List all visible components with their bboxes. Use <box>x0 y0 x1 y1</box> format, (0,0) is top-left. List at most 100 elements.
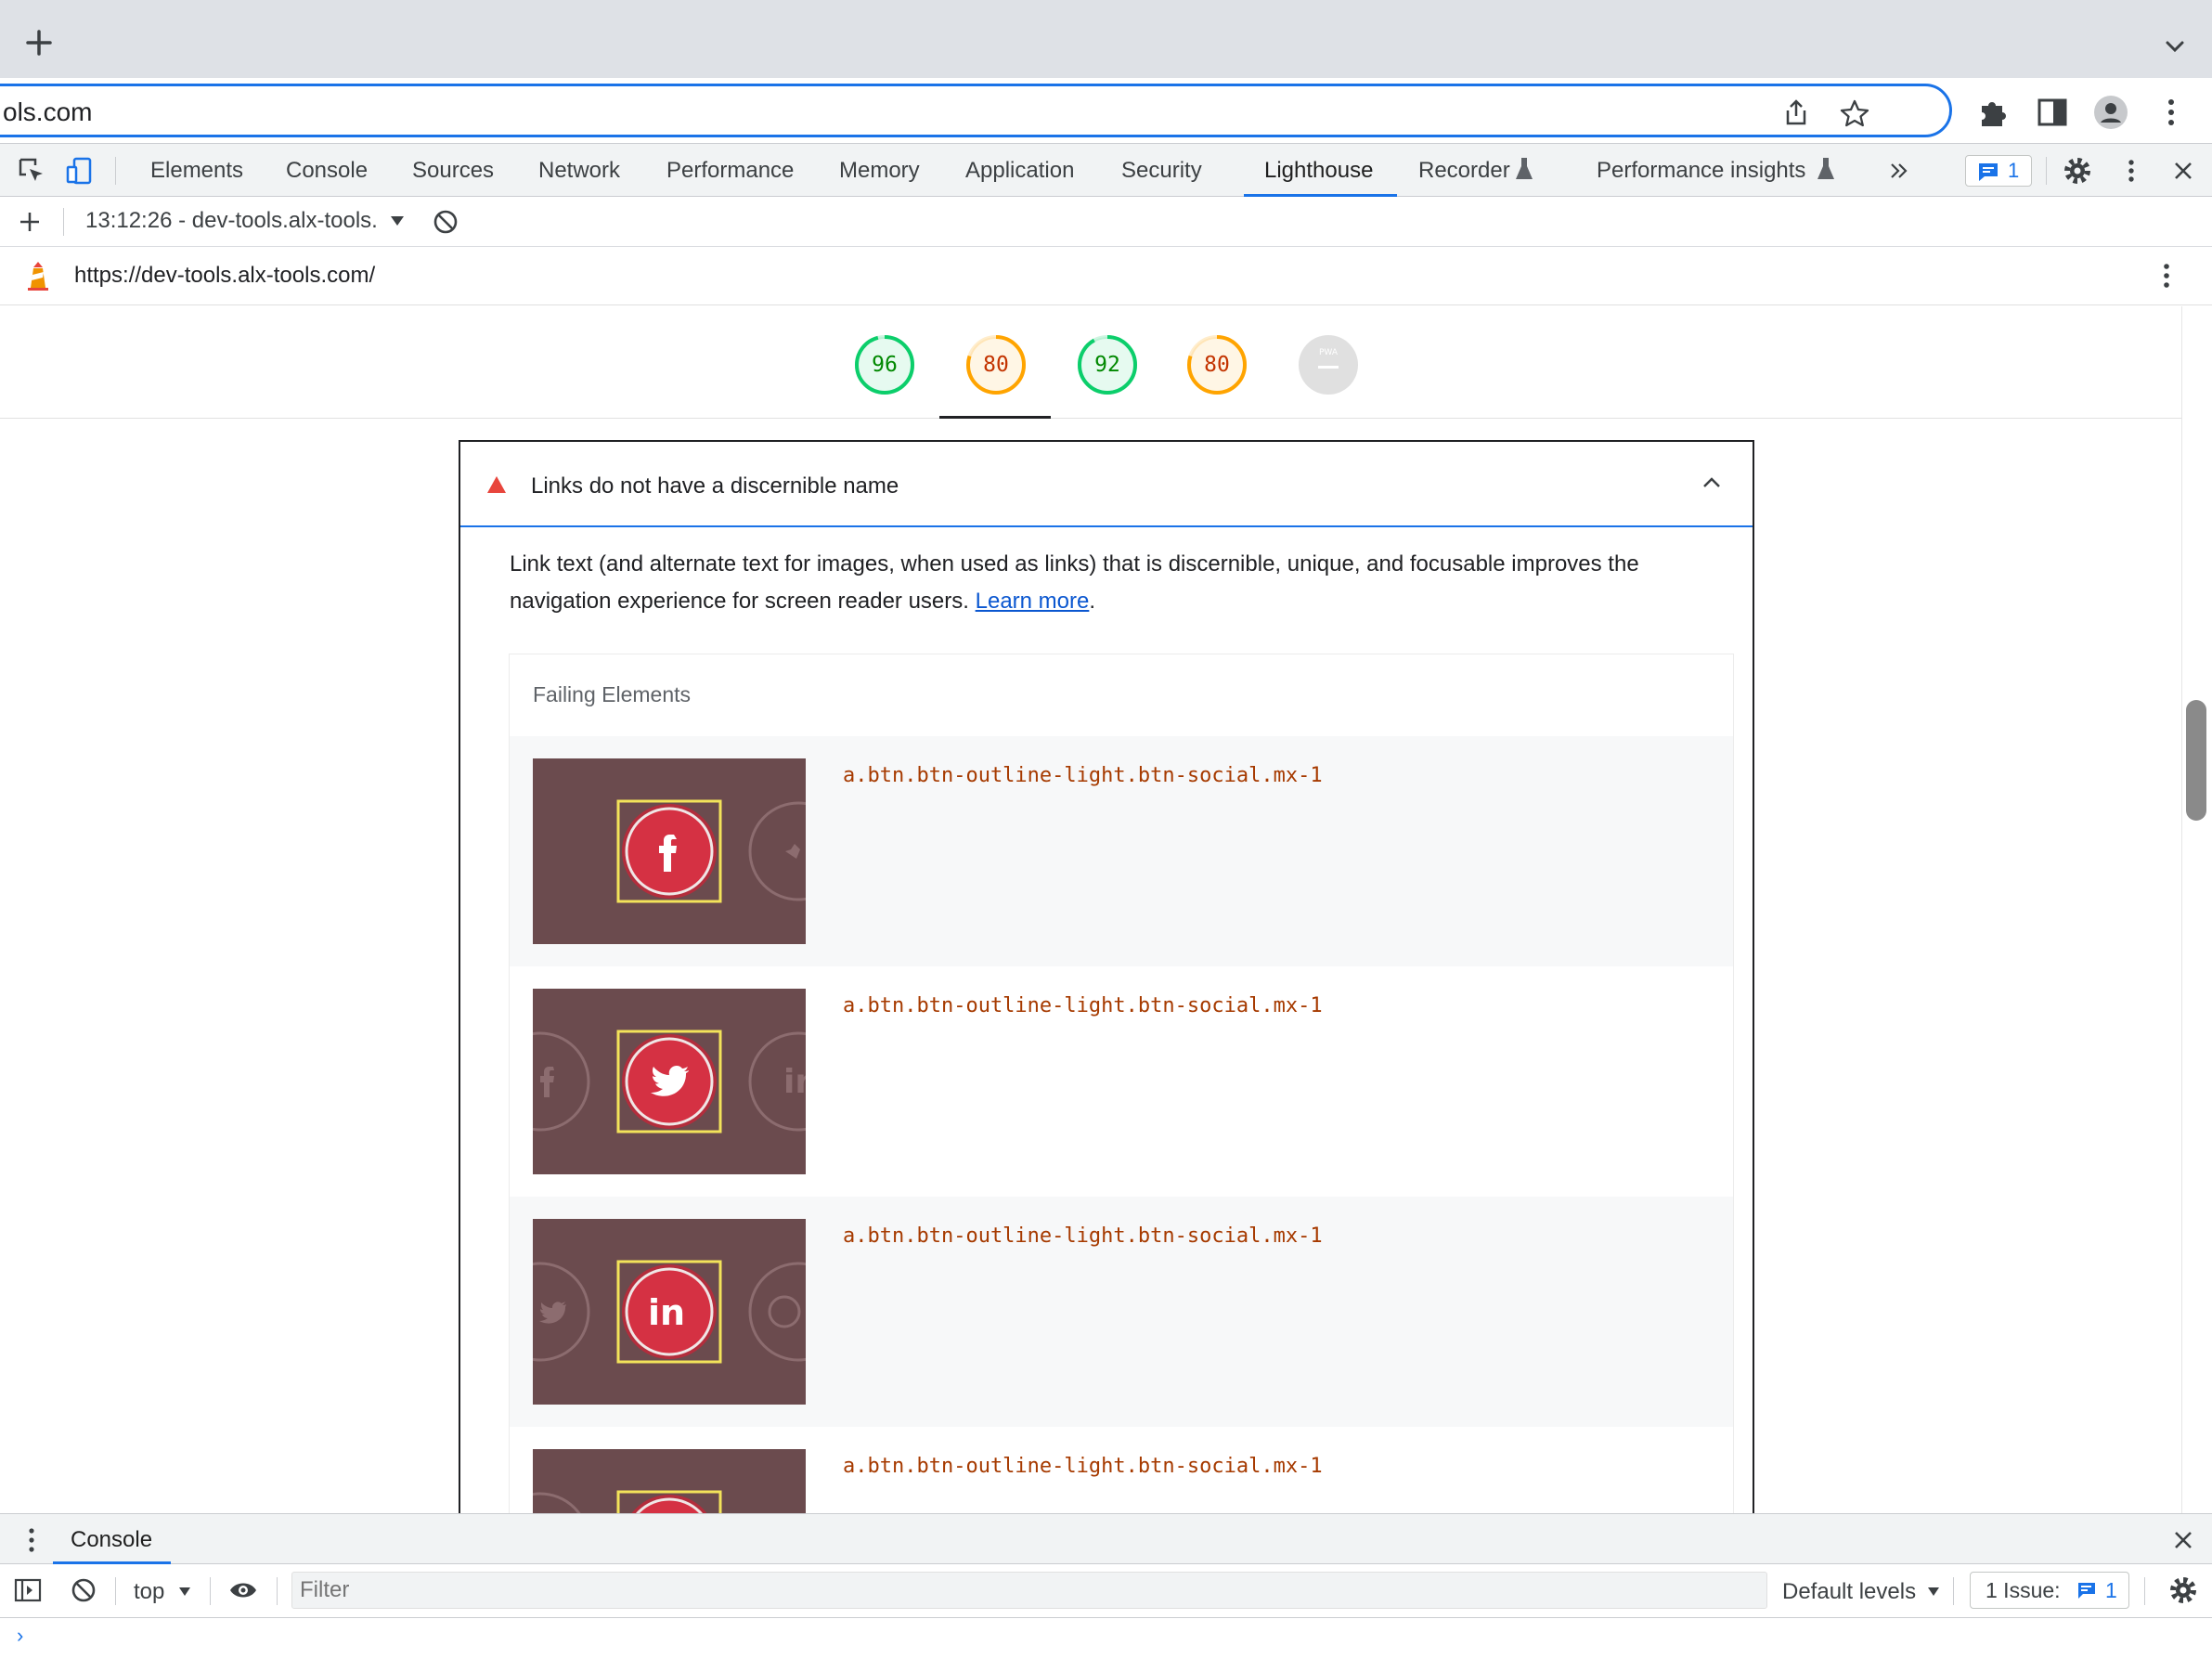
console-issues-count: 1 <box>2105 1578 2117 1602</box>
element-selector[interactable]: a.btn.btn-outline-light.btn-social.mx-1 <box>843 994 1323 1017</box>
table-header: Failing Elements <box>510 654 1733 736</box>
tab-memory[interactable]: Memory <box>839 158 920 184</box>
score-value: 80 <box>983 353 1009 377</box>
browser-toolbar: ols.com <box>0 78 2212 143</box>
context-dropdown-icon[interactable] <box>178 1587 191 1597</box>
element-selector[interactable]: a.btn.btn-outline-light.btn-social.mx-1 <box>843 1224 1323 1248</box>
report-scroll-track <box>2181 306 2212 1513</box>
linkedin-icon: in <box>648 1292 685 1333</box>
drawer-tab-console[interactable]: Console <box>71 1527 152 1553</box>
tab-performance[interactable]: Performance <box>666 158 794 184</box>
score-gauge[interactable]: 96 <box>854 334 915 395</box>
svg-text:in: in <box>783 1063 806 1101</box>
lighthouse-logo-icon <box>28 262 48 291</box>
score-gauge[interactable]: 92 <box>1077 334 1138 395</box>
tab-performance-insights[interactable]: Performance insights <box>1597 158 1805 184</box>
console-sidebar-icon[interactable] <box>13 1575 43 1605</box>
clear-reports-icon[interactable] <box>431 207 460 237</box>
report-url[interactable]: https://dev-tools.alx-tools.com/ <box>74 263 375 289</box>
execution-context-select[interactable]: top <box>134 1579 164 1605</box>
console-issues-button[interactable]: 1 Issue: 1 <box>1970 1572 2129 1609</box>
address-bar[interactable]: ols.com <box>0 84 1952 137</box>
audit-link-name: Links do not have a discernible name Lin… <box>459 440 1754 1513</box>
experimental-flask-icon <box>1815 155 1837 183</box>
score-gauge[interactable]: 80 <box>965 334 1027 395</box>
console-settings-gear-icon[interactable] <box>2168 1575 2198 1605</box>
share-icon[interactable] <box>1780 97 1812 129</box>
issues-message-icon <box>2078 1583 2095 1599</box>
score-gauge[interactable]: 80 <box>1186 334 1248 395</box>
more-tabs-chevron-icon[interactable] <box>1884 156 1914 186</box>
issues-count: 1 <box>2008 159 2020 182</box>
failing-elements-table: Failing Elements a.btn.btn-outline-light… <box>509 654 1734 1513</box>
audit-title: Links do not have a discernible name <box>531 473 899 499</box>
console-toolbar: top Default levels 1 Issue: 1 <box>0 1564 2212 1618</box>
element-screenshot: in <box>533 1219 806 1405</box>
tab-sources[interactable]: Sources <box>412 158 494 184</box>
collapse-chevron-icon[interactable] <box>1701 473 1723 492</box>
tab-recorder[interactable]: Recorder <box>1418 158 1510 184</box>
score-value: 96 <box>872 353 898 377</box>
issues-message-icon <box>1979 163 1998 181</box>
report-dropdown-icon[interactable] <box>390 215 405 227</box>
new-report-plus-icon[interactable] <box>15 207 45 237</box>
tab-security[interactable]: Security <box>1121 158 1202 184</box>
drawer-menu-icon[interactable] <box>17 1525 46 1555</box>
table-row[interactable]: in a.btn.btn-outline-light.btn-social.mx… <box>510 1197 1733 1427</box>
tab-network[interactable]: Network <box>538 158 620 184</box>
inspect-element-icon[interactable] <box>17 156 46 186</box>
table-row[interactable]: a.btn.btn-outline-light.btn-social.mx-1 <box>510 1427 1733 1513</box>
report-menu-icon[interactable] <box>2152 261 2181 291</box>
console-prompt[interactable]: › <box>17 1624 23 1648</box>
selected-category-indicator <box>939 416 1051 419</box>
element-screenshot <box>533 1449 806 1513</box>
table-header-label: Failing Elements <box>533 682 692 706</box>
console-filter-input[interactable] <box>291 1572 1767 1609</box>
settings-gear-icon[interactable] <box>2063 156 2092 186</box>
element-screenshot <box>533 758 806 944</box>
learn-more-link[interactable]: Learn more <box>976 589 1090 614</box>
devtools-tab-bar: Elements Console Sources Network Perform… <box>0 143 2212 197</box>
issues-counter-button[interactable]: 1 <box>1965 155 2032 187</box>
device-toolbar-icon[interactable] <box>65 156 95 186</box>
tab-lighthouse[interactable]: Lighthouse <box>1264 158 1373 184</box>
score-value: 80 <box>1204 353 1230 377</box>
bookmark-star-icon[interactable] <box>1839 97 1870 129</box>
audit-header[interactable]: Links do not have a discernible name <box>460 442 1753 527</box>
console-issues-label: 1 Issue: <box>1986 1578 2061 1602</box>
fail-triangle-icon <box>487 476 506 493</box>
element-screenshot: in <box>533 989 806 1174</box>
browser-tab-strip <box>0 0 2212 78</box>
address-text[interactable]: ols.com <box>3 97 92 127</box>
tab-console[interactable]: Console <box>286 158 368 184</box>
pwa-gauge-label: PWA <box>1319 348 1339 357</box>
close-drawer-icon[interactable] <box>2168 1525 2198 1555</box>
table-row[interactable]: a.btn.btn-outline-light.btn-social.mx-1 <box>510 736 1733 966</box>
element-selector[interactable]: a.btn.btn-outline-light.btn-social.mx-1 <box>843 764 1323 787</box>
levels-dropdown-icon[interactable] <box>1927 1587 1940 1597</box>
audit-description: Link text (and alternate text for images… <box>510 551 1639 614</box>
tab-search-chevron-icon[interactable] <box>2156 28 2193 65</box>
report-scrollbar-thumb[interactable] <box>2186 700 2206 821</box>
side-panel-icon[interactable] <box>2035 95 2070 130</box>
extensions-icon[interactable] <box>1974 95 2010 130</box>
chrome-menu-icon[interactable] <box>2154 95 2189 130</box>
drawer-tab-bar: Console <box>0 1514 2212 1564</box>
close-devtools-icon[interactable] <box>2168 156 2198 186</box>
console-drawer: Console top Default levels <box>0 1513 2212 1671</box>
element-selector[interactable]: a.btn.btn-outline-light.btn-social.mx-1 <box>843 1455 1323 1478</box>
log-levels-select[interactable]: Default levels <box>1782 1579 1916 1605</box>
experimental-flask-icon <box>1513 155 1535 183</box>
devtools-menu-icon[interactable] <box>2116 156 2146 186</box>
report-selector[interactable]: 13:12:26 - dev-tools.alx-tools. <box>85 208 378 234</box>
lighthouse-report: 96 80 92 80 PWA Links do not have a discern… <box>0 306 2181 1513</box>
lighthouse-toolbar: 13:12:26 - dev-tools.alx-tools. <box>0 197 2212 247</box>
live-expression-eye-icon[interactable] <box>228 1575 258 1605</box>
profile-avatar-icon[interactable] <box>2093 95 2128 130</box>
table-row[interactable]: in a.btn.btn-outline-light.btn-social.mx… <box>510 966 1733 1197</box>
tab-application[interactable]: Application <box>965 158 1074 184</box>
pwa-gauge[interactable]: PWA <box>1298 334 1359 395</box>
new-tab-icon[interactable] <box>20 24 58 61</box>
tab-elements[interactable]: Elements <box>150 158 243 184</box>
clear-console-icon[interactable] <box>69 1575 98 1605</box>
